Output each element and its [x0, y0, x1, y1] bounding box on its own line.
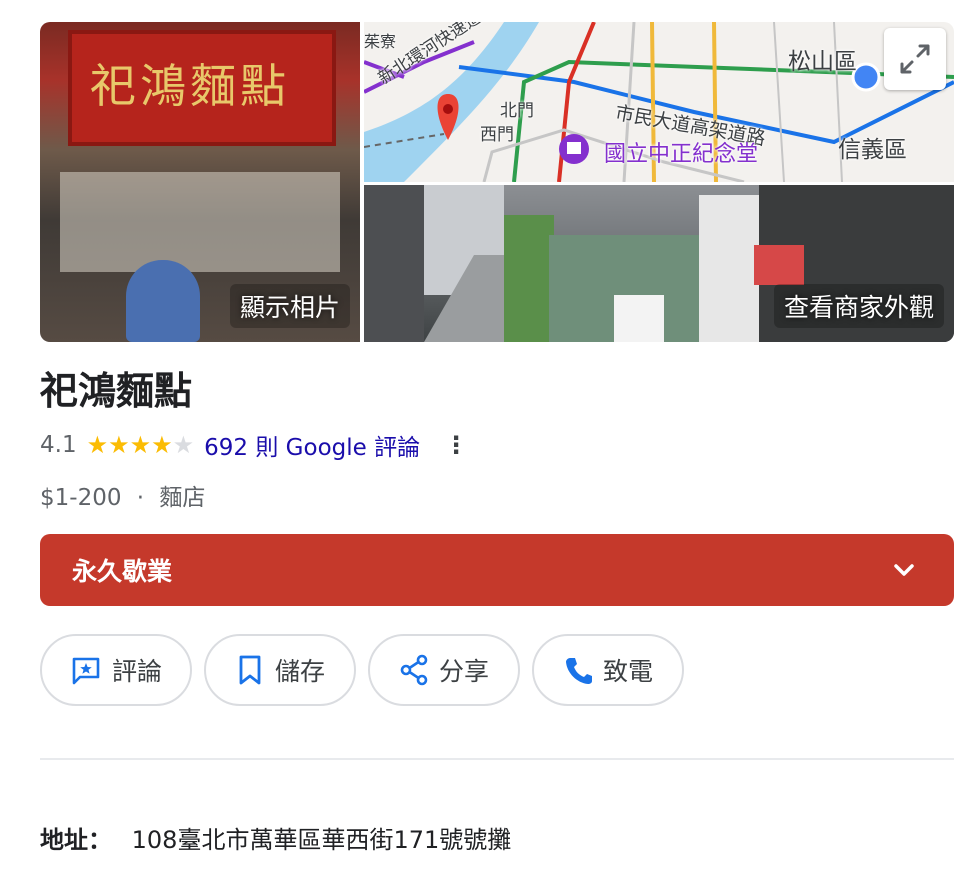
- star-icon: ★: [86, 431, 109, 459]
- show-photos-label[interactable]: 顯示相片: [229, 284, 350, 328]
- status-label: 永久歇業: [72, 557, 173, 586]
- map-label-songshan: 松山區: [788, 49, 857, 75]
- star-rating: ★ ★ ★ ★ ★: [87, 433, 195, 457]
- bookmark-icon: [239, 655, 261, 685]
- star-icon: ★: [151, 431, 173, 459]
- section-divider: [40, 758, 954, 760]
- status-banner[interactable]: 永久歇業: [40, 534, 954, 606]
- expand-icon: [900, 44, 930, 74]
- business-category: 麵店: [159, 485, 206, 511]
- price-range: $1-200: [40, 485, 122, 511]
- customer-figure: [126, 260, 200, 342]
- map-label-poi[interactable]: 國立中正紀念堂: [604, 136, 758, 168]
- store-stall: [60, 172, 340, 272]
- phone-icon: [565, 658, 592, 684]
- store-sign-text: 祀鴻麵點: [90, 59, 290, 113]
- street-view-label[interactable]: 查看商家外觀: [773, 284, 944, 328]
- map-thumbnail[interactable]: 茱寮 新北環河快速道 北門 西門 市民大道高架道路 國立中正紀念堂 松山區 信義…: [364, 22, 954, 182]
- map-label-ximen: 西門: [480, 125, 514, 145]
- map-label-xinyi: 信義區: [838, 137, 907, 163]
- review-button-label: 評論: [111, 657, 162, 686]
- separator-dot: ·: [136, 485, 145, 511]
- save-button-label: 儲存: [274, 657, 325, 686]
- save-button[interactable]: 儲存: [204, 634, 356, 706]
- star-empty-icon: ★: [172, 431, 195, 459]
- rating-value: 4.1: [40, 432, 77, 458]
- address-value[interactable]: 108臺北市萬華區華西街171號號攤: [132, 826, 512, 854]
- business-name: 祀鴻麵點: [40, 369, 193, 413]
- expand-map-button[interactable]: [884, 28, 946, 90]
- call-button-label: 致電: [602, 657, 653, 686]
- chevron-down-icon[interactable]: [890, 556, 918, 584]
- street-view-photo[interactable]: 查看商家外觀: [364, 185, 954, 342]
- share-button-label: 分享: [438, 657, 489, 686]
- price-category-row: $1-200 · 麵店: [40, 478, 205, 512]
- map-label-tiliao: 茱寮: [364, 32, 397, 51]
- share-icon: [400, 654, 428, 686]
- review-button[interactable]: 評論: [40, 634, 192, 706]
- share-button[interactable]: 分享: [368, 634, 520, 706]
- call-button[interactable]: 致電: [532, 634, 684, 706]
- star-icon: ★: [129, 431, 152, 459]
- map-label-beimen: 北門: [500, 101, 534, 121]
- store-photo[interactable]: 祀鴻麵點 顯示相片: [40, 22, 360, 342]
- review-icon: [72, 657, 100, 685]
- address-row: 地址： 108臺北市萬華區華西街171號號攤: [40, 820, 511, 855]
- reviews-link[interactable]: 692 則 Google 評論: [204, 428, 420, 462]
- more-options-icon[interactable]: ⋮: [444, 431, 468, 459]
- star-icon: ★: [108, 431, 130, 459]
- address-label: 地址：: [40, 826, 112, 854]
- rating-row: 4.1 ★ ★ ★ ★ ★ 692 則 Google 評論 ⋮: [40, 428, 468, 462]
